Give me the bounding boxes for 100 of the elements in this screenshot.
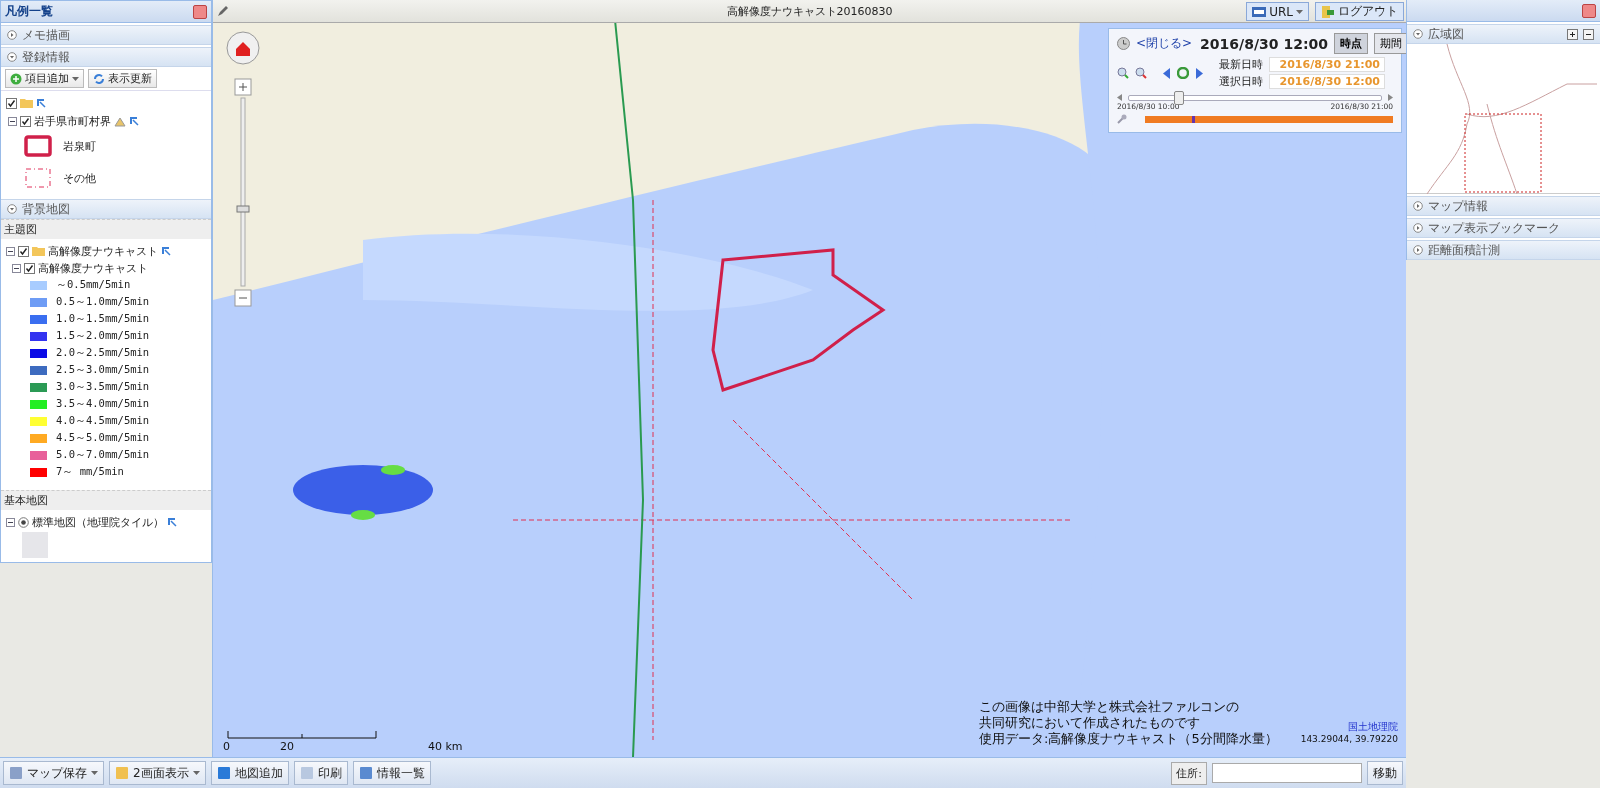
style-icon[interactable] [114,115,126,127]
zoom-in-button[interactable] [1567,28,1578,40]
close-button[interactable] [1582,3,1596,18]
zoom-slider-icon[interactable] [234,78,252,308]
collapse-icon[interactable] [6,517,15,527]
collapse-icon [1413,29,1423,39]
zoom-to-layer-icon[interactable] [161,246,171,256]
legend-label: 2.0～2.5mm/5min [56,346,150,360]
legend-label: 1.5～2.0mm/5min [56,329,150,343]
map-caption: この画像は中部大学と株式会社ファルコンの 共同研究において作成されたものです 使用データ:高解像度ナウキャスト（5分間降水量） [979,699,1278,747]
panel-title: 凡例一覧 [5,3,53,20]
zoom-to-layer-icon[interactable] [36,98,46,108]
collapse-icon [7,204,17,214]
field-label: 選択日時 [1219,74,1263,89]
close-link[interactable]: <閉じる> [1136,35,1193,52]
legend-label: 1.0～1.5mm/5min [56,312,150,326]
radio-button[interactable] [18,516,29,528]
legend-label: 4.5～5.0mm/5min [56,431,150,445]
move-button[interactable]: 移動 [1367,761,1403,785]
checkbox[interactable] [6,97,17,109]
add-item-button[interactable]: 項目追加 [5,69,84,88]
address-field[interactable] [1212,763,1362,783]
scale-label: 0 [223,740,230,753]
section-header[interactable]: メモ描画 [1,25,211,45]
toolbar-icon [299,766,314,780]
legend-label: ～0.5mm/5min [56,278,131,292]
folder-label: 高解像度ナウキャスト [48,243,158,259]
link-icon [1252,6,1267,17]
collapse-icon[interactable] [6,246,15,256]
section-header[interactable]: 背景地図 [1,199,211,219]
refresh-button[interactable]: 表示更新 [88,69,157,88]
toolbar-button[interactable]: 地図追加 [210,761,289,785]
legend-label: 4.0～4.5mm/5min [56,414,150,428]
logout-button[interactable]: ログアウト [1315,2,1404,21]
group-heading: 基本地図 [1,490,211,510]
checkbox[interactable] [18,245,29,257]
caret-icon [192,771,200,775]
logout-icon [1321,4,1335,19]
refresh-icon [93,72,105,85]
legend-label: 岩泉町 [63,138,96,154]
plus-icon [10,72,22,85]
current-datetime: 2016/8/30 12:00 [1200,35,1328,52]
slider-thumb[interactable] [1174,90,1185,105]
previous-icon[interactable] [1163,67,1171,79]
mode-tab[interactable]: 時点 [1333,33,1368,54]
zoom-out-button[interactable] [1583,28,1594,40]
folder-icon [20,98,33,108]
caret-icon [91,771,98,775]
collapse-icon[interactable] [12,263,21,273]
toolbar-button[interactable]: 2画面表示 [109,761,206,785]
legend-label: 0.5～1.0mm/5min [56,295,150,309]
caret-icon [1296,9,1303,14]
section-header[interactable]: マップ情報 [1407,196,1600,216]
layer-label: 高解像度ナウキャスト [38,260,148,276]
collapse-icon[interactable] [8,116,17,126]
group-heading: 主題図 [1,219,211,239]
checkbox[interactable] [20,115,31,127]
legend-label: 5.0～7.0mm/5min [56,448,150,462]
expand-icon [1413,245,1423,255]
zoom-in-icon[interactable] [1117,67,1129,79]
scale-label: 20 [280,740,294,753]
toolbar-button[interactable]: 印刷 [293,761,348,785]
step-forward-icon[interactable] [1388,94,1393,101]
legend-label: 2.5～3.0mm/5min [56,363,150,377]
step-back-icon[interactable] [1117,94,1122,101]
close-button[interactable] [193,4,207,19]
wrench-icon[interactable] [1117,114,1127,124]
scale-label: 40 km [428,740,463,753]
toolbar-button[interactable]: 情報一覧 [352,761,431,785]
url-button[interactable]: URL [1246,2,1309,21]
next-icon[interactable] [1195,67,1203,79]
dashed-boundary-symbol [24,167,52,189]
layer-label: 標準地図（地理院タイル） [32,514,164,530]
pencil-icon[interactable] [217,5,229,17]
layer-label: 岩手県市町村界 [34,113,111,129]
address-label: 住所: [1171,761,1207,785]
attribution-link[interactable]: 国土地理院 [1348,720,1398,734]
toolbar-icon [115,766,129,780]
legend-label: 7～ mm/5min [56,465,124,479]
legend-label: その他 [63,170,96,186]
section-header[interactable]: 距離面積計測 [1407,240,1600,260]
toolbar-icon [216,766,231,780]
expand-icon [7,30,17,40]
checkbox[interactable] [24,262,35,274]
zoom-out-icon[interactable] [1135,67,1147,79]
zoom-to-layer-icon[interactable] [167,517,177,527]
zoom-to-layer-icon[interactable] [129,116,139,126]
datetime-field: 2016/8/30 12:00 [1269,74,1385,89]
map-thumbnail [22,532,48,558]
section-header[interactable]: 広域図 [1407,24,1600,44]
refresh-icon[interactable] [1177,67,1189,79]
section-header[interactable]: マップ表示ブックマーク [1407,218,1600,238]
coordinates: 143.29044, 39.79220 [1300,734,1398,744]
section-header[interactable]: 登録情報 [1,47,211,67]
pan-control-icon[interactable] [225,30,261,66]
mode-tab[interactable]: 期間 [1373,33,1406,54]
toolbar-button[interactable]: マップ保存 [3,761,104,785]
clock-icon [1117,37,1130,50]
field-label: 最新日時 [1219,57,1263,72]
folder-icon [32,246,45,256]
